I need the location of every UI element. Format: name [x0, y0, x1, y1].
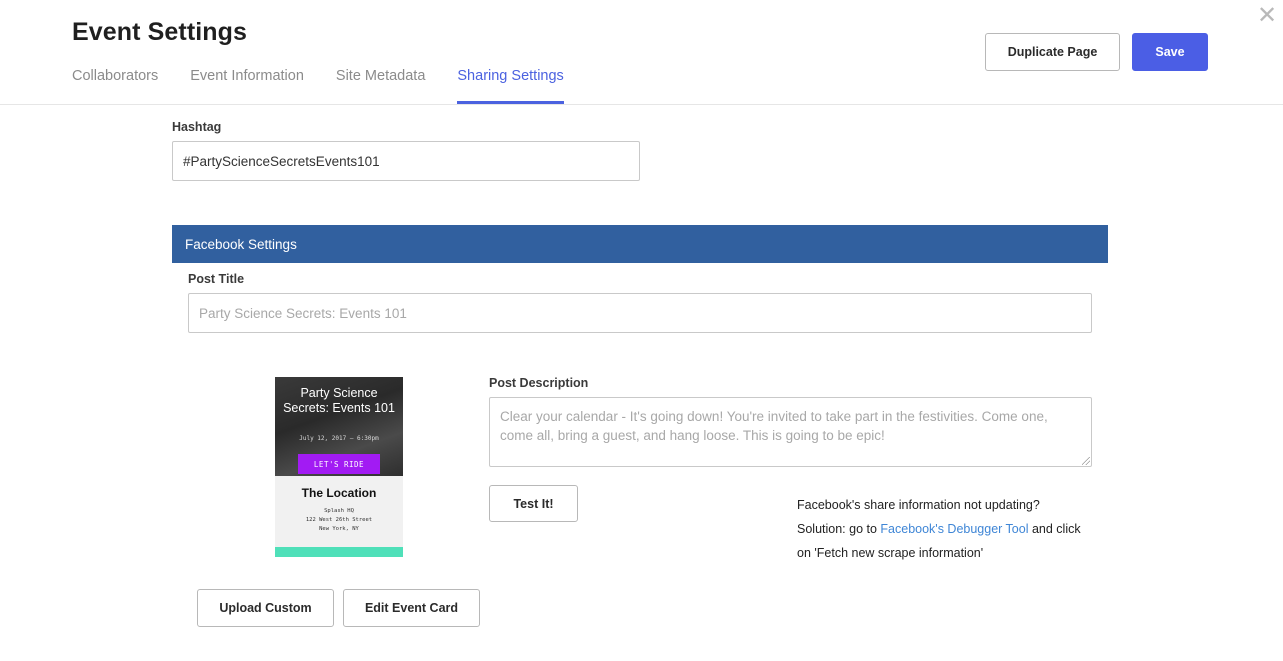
help-line-2: Solution: go to Facebook's Debugger Tool…: [797, 517, 1097, 565]
hashtag-label: Hashtag: [172, 120, 222, 134]
close-icon[interactable]: ✕: [1256, 3, 1278, 27]
save-button[interactable]: Save: [1132, 33, 1208, 71]
resize-handle-icon[interactable]: [1082, 457, 1090, 465]
post-title-input[interactable]: Party Science Secrets: Events 101: [188, 293, 1092, 333]
card-cta-button: LET'S RIDE: [298, 454, 380, 474]
tab-collaborators[interactable]: Collaborators: [72, 66, 158, 104]
debugger-help-text: Facebook's share information not updatin…: [797, 493, 1097, 565]
post-description-placeholder: Clear your calendar - It's going down! Y…: [500, 409, 1048, 443]
post-title-label: Post Title: [188, 272, 245, 286]
card-title: Party Science Secrets: Events 101: [283, 386, 395, 415]
card-footer-bar: [275, 547, 403, 557]
help-prefix: Solution: go to: [797, 522, 881, 536]
card-address-line: New York, NY: [319, 526, 359, 532]
card-location-title: The Location: [301, 486, 377, 500]
post-description-textarea[interactable]: Clear your calendar - It's going down! Y…: [489, 397, 1092, 467]
hashtag-input[interactable]: #PartyScienceSecretsEvents101: [172, 141, 640, 181]
tab-bar: Collaborators Event Information Site Met…: [72, 66, 596, 104]
upload-custom-button[interactable]: Upload Custom: [197, 589, 334, 627]
duplicate-page-button[interactable]: Duplicate Page: [985, 33, 1120, 71]
tab-site-metadata[interactable]: Site Metadata: [336, 66, 425, 104]
facebook-debugger-link[interactable]: Facebook's Debugger Tool: [880, 522, 1028, 536]
card-address: Splash HQ 122 West 26th Street New York,…: [275, 507, 403, 534]
post-description-label: Post Description: [489, 376, 589, 390]
tab-sharing-settings[interactable]: Sharing Settings: [457, 66, 565, 104]
page-title: Event Settings: [72, 18, 248, 46]
header-divider: [0, 104, 1283, 105]
event-card-preview: Party Science Secrets: Events 101 July 1…: [275, 377, 403, 557]
card-address-line: 122 West 26th Street: [305, 517, 373, 523]
test-it-button[interactable]: Test It!: [489, 485, 578, 522]
help-line-1: Facebook's share information not updatin…: [797, 498, 1040, 512]
tab-event-information[interactable]: Event Information: [190, 66, 304, 104]
card-date: July 12, 2017 — 6:30pm: [299, 435, 379, 442]
facebook-settings-header: Facebook Settings: [172, 225, 1108, 263]
card-address-line: Splash HQ: [324, 508, 354, 514]
edit-event-card-button[interactable]: Edit Event Card: [343, 589, 480, 627]
